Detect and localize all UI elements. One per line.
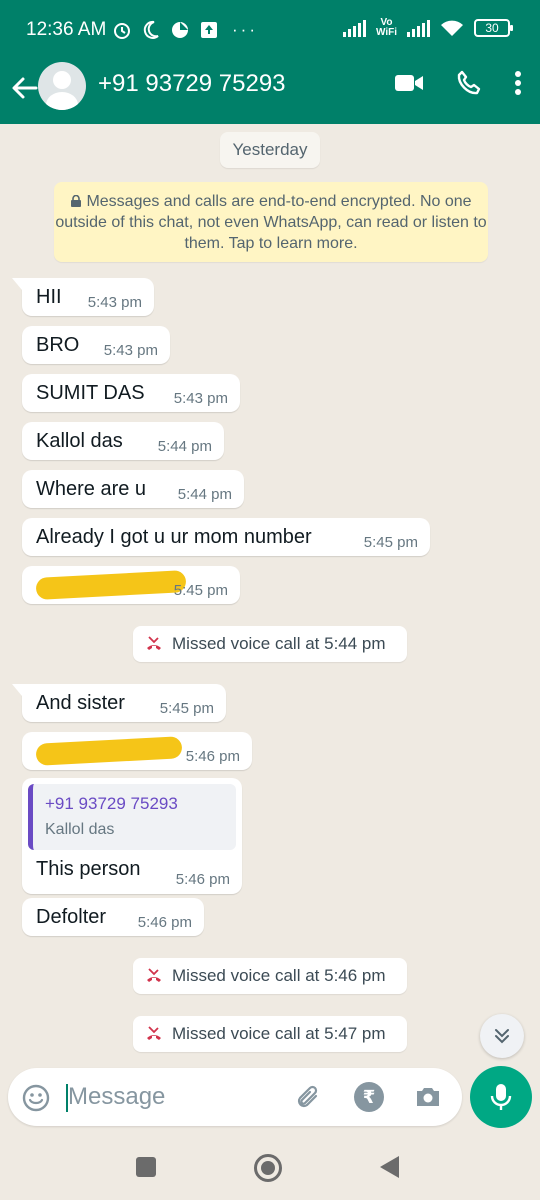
message-bubble[interactable]: HII 5:43 pm [12,278,154,316]
status-time: 12:36 AM [26,19,107,40]
do-not-disturb-moon-icon [143,20,159,39]
app-notification-icon [172,22,188,38]
message-bubble[interactable]: Where are u 5:44 pm [22,470,244,508]
message-text: Kallol das [36,430,123,452]
voice-call-icon[interactable] [456,70,482,96]
lock-icon [71,195,82,207]
message-text: SUMIT DAS [36,382,145,404]
message-text: And sister [36,692,125,714]
missed-call-text: Missed voice call at 5:47 pm [172,1024,386,1043]
message-time: 5:43 pm [103,342,158,359]
encryption-notice[interactable]: Messages and calls are end-to-end encryp… [54,182,488,262]
signal-icon [342,19,366,37]
message-time: 5:45 pm [159,700,214,717]
status-bar: 12:36 AM ··· Vo WiFi 30 [0,0,540,60]
message-text: This person [36,858,141,880]
message-bubble[interactable]: SUMIT DAS 5:43 pm [22,374,240,412]
redaction-scribble [35,736,183,766]
back-arrow-icon[interactable] [10,74,38,102]
attach-paperclip-icon[interactable] [294,1083,324,1113]
message-time: 5:45 pm [173,582,228,599]
message-time: 5:44 pm [157,438,212,455]
emoji-icon[interactable] [22,1084,50,1112]
missed-call-chip[interactable]: Missed voice call at 5:47 pm [133,1016,407,1052]
message-text: Where are u [36,478,147,500]
message-time: 5:45 pm [363,534,418,551]
date-chip: Yesterday [220,132,320,168]
wifi-icon [441,20,463,36]
missed-call-chip[interactable]: Missed voice call at 5:46 pm [133,958,407,994]
status-notification-icons: ··· [112,18,258,42]
signal-icon-2 [407,19,430,37]
message-time: 5:44 pm [177,486,232,503]
missed-call-icon [147,968,161,982]
message-bubble[interactable]: And sister 5:45 pm [12,684,226,722]
recent-apps-button[interactable] [136,1157,156,1177]
alarm-icon [114,23,130,39]
more-notifications-icon: ··· [232,20,258,39]
status-system-icons: Vo WiFi 30 [342,17,513,38]
message-text: Already I got u ur mom number [36,526,312,548]
scroll-to-bottom-button[interactable] [480,1014,524,1058]
vowifi-label: Vo WiFi [375,17,397,38]
quoted-contact-message[interactable]: +91 93729 75293 Kallol das This person 5… [22,778,242,894]
redaction-scribble [35,570,187,600]
message-bubble[interactable]: Already I got u ur mom number 5:45 pm [22,518,430,556]
quoted-contact[interactable]: +91 93729 75293 Kallol das [28,784,236,850]
payment-rupee-icon[interactable]: ₹ [354,1082,384,1112]
quoted-contact-name: Kallol das [45,821,115,838]
message-composer: ₹ [8,1068,462,1126]
missed-call-chip[interactable]: Missed voice call at 5:44 pm [133,626,407,662]
message-time: 5:46 pm [175,871,230,888]
top-app-bar: 12:36 AM ··· Vo WiFi 30 +91 93729 75293 [0,0,540,124]
more-options-icon[interactable] [514,70,522,96]
message-time: 5:43 pm [87,294,142,311]
message-text: HII [36,286,62,308]
header-actions [394,70,522,96]
camera-icon[interactable] [414,1084,442,1110]
upload-notification-icon [201,22,217,38]
message-time: 5:43 pm [173,390,228,407]
encryption-notice-text: Messages and calls are end-to-end encryp… [55,193,487,252]
missed-call-text: Missed voice call at 5:44 pm [172,634,386,653]
message-input[interactable] [68,1082,278,1112]
chat-header: +91 93729 75293 [0,60,540,124]
message-text: BRO [36,334,80,356]
message-bubble[interactable]: BRO 5:43 pm [22,326,170,364]
message-bubble[interactable]: 5:46 pm [22,732,252,770]
contact-name[interactable]: +91 93729 75293 [98,70,286,98]
message-text: Defolter [36,906,107,928]
double-chevron-down-icon [495,1029,509,1044]
quoted-contact-number: +91 93729 75293 [45,794,178,813]
message-time: 5:46 pm [185,748,240,765]
video-call-icon[interactable] [394,72,424,94]
missed-call-icon [147,636,161,650]
microphone-icon [490,1084,512,1110]
missed-call-icon [147,1026,161,1040]
home-button[interactable] [254,1154,282,1182]
system-navigation-bar [0,1134,540,1200]
battery-icon: 30 [474,19,513,37]
voice-message-button[interactable] [470,1066,532,1128]
avatar[interactable] [38,62,86,110]
message-time: 5:46 pm [137,914,192,931]
missed-call-text: Missed voice call at 5:46 pm [172,966,386,985]
message-bubble[interactable]: Kallol das 5:44 pm [22,422,224,460]
message-bubble[interactable]: Defolter 5:46 pm [22,898,204,936]
message-bubble[interactable]: 5:45 pm [22,566,240,604]
back-button[interactable] [380,1156,399,1178]
chat-area[interactable]: Yesterday Messages and calls are end-to-… [0,124,540,1064]
